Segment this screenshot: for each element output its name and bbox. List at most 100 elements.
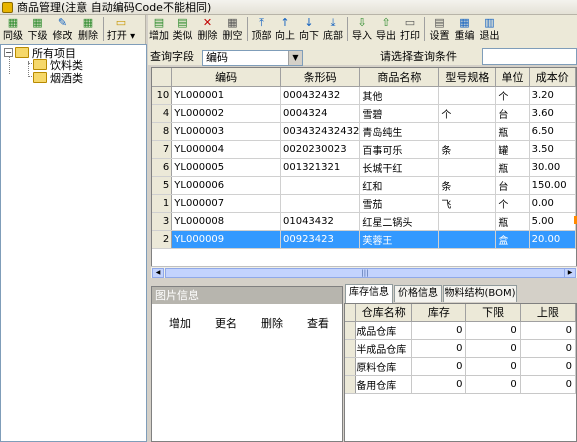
dropdown-arrow-icon[interactable]: ▼ — [288, 51, 302, 65]
row-number[interactable]: 8 — [152, 122, 173, 141]
column-header-max[interactable]: 上限 — [520, 304, 576, 322]
cell-cost[interactable]: 3.60 — [529, 104, 576, 123]
cell-spec[interactable]: 条 — [438, 176, 497, 195]
cell-max[interactable]: 0 — [520, 339, 576, 358]
row-number[interactable]: 7 — [152, 140, 173, 159]
horizontal-scrollbar[interactable]: ◀ ||| ▶ — [151, 266, 577, 278]
cell-code[interactable]: YL000005 — [171, 158, 281, 177]
same-level-button[interactable]: ▦ 同级 — [1, 15, 25, 44]
cell-code[interactable]: YL000009 — [171, 230, 281, 249]
cell-unit[interactable]: 个 — [495, 86, 530, 105]
category-tree[interactable]: − 所有项目 饮料类 烟酒类 — [0, 44, 147, 442]
tab-price[interactable]: 价格信息 — [394, 285, 442, 302]
table-row[interactable]: 1 YL000007 雪茄飞个 0.00 — [152, 194, 576, 213]
row-number[interactable]: 2 — [152, 230, 173, 249]
column-header-code[interactable]: 编码 — [171, 68, 281, 87]
cell-name[interactable]: 青岛纯生 — [359, 122, 440, 141]
cell-spec[interactable] — [438, 212, 497, 231]
cell-cost[interactable]: 6.50 — [529, 122, 576, 141]
tree-node-tobacco-liquor[interactable]: 烟酒类 — [33, 71, 83, 85]
column-header-warehouse[interactable]: 仓库名称 — [355, 304, 413, 322]
table-row[interactable]: 3 YL000008 01043432 红星二锅头 瓶 5.00 — [152, 212, 576, 231]
table-row[interactable]: 10 YL000001 000432432 其他 个 3.20 — [152, 86, 576, 105]
cell-min[interactable]: 0 — [465, 321, 521, 340]
cell-cost[interactable]: 3.50 — [529, 140, 576, 159]
tab-bom[interactable]: 物料结构(BOM) — [443, 285, 517, 302]
cell-name[interactable]: 红和 — [359, 176, 440, 195]
print-button[interactable]: ▭ 打印 — [398, 15, 422, 44]
column-header-unit[interactable]: 单位 — [495, 68, 530, 87]
scroll-right-icon[interactable]: ▶ — [564, 268, 576, 278]
image-rename-button[interactable]: 更名 — [215, 315, 237, 331]
cell-min[interactable]: 0 — [465, 357, 521, 376]
column-header-spec[interactable]: 型号规格 — [438, 68, 497, 87]
clear-button[interactable]: ▦ 删空 — [220, 15, 245, 44]
row-number[interactable]: 1 — [152, 194, 173, 213]
table-row[interactable]: 4 YL000002 0004324 雪碧个台 3.60 — [152, 104, 576, 123]
cell-stock[interactable]: 0 — [411, 339, 467, 358]
cell-name[interactable]: 红星二锅头 — [359, 212, 440, 231]
column-header-name[interactable]: 商品名称 — [359, 68, 440, 87]
cell-spec[interactable]: 个 — [438, 104, 497, 123]
cell-barcode[interactable] — [280, 176, 361, 195]
image-add-button[interactable]: 增加 — [169, 315, 191, 331]
cell-cost[interactable]: 30.00 — [529, 158, 576, 177]
cell-barcode[interactable]: 00923423 — [280, 230, 361, 249]
table-row[interactable]: 8 YL000003 003432432432 青岛纯生 瓶 6.50 — [152, 122, 576, 141]
cell-cost[interactable]: 20.00 — [529, 230, 576, 249]
row-number[interactable]: 10 — [152, 86, 173, 105]
cell-stock[interactable]: 0 — [411, 321, 467, 340]
cell-spec[interactable] — [438, 122, 497, 141]
cell-name[interactable]: 其他 — [359, 86, 440, 105]
cell-code[interactable]: YL000006 — [171, 176, 281, 195]
delete-tree-button[interactable]: ▦ 删除 — [75, 15, 101, 44]
exit-button[interactable]: ▥ 退出 — [477, 15, 502, 44]
cell-code[interactable]: YL000001 — [171, 86, 281, 105]
sub-level-button[interactable]: ▦ 下级 — [25, 15, 50, 44]
cell-unit[interactable]: 台 — [495, 104, 530, 123]
query-field-select[interactable]: 编码 ▼ — [202, 50, 303, 66]
cell-spec[interactable]: 飞 — [438, 194, 497, 213]
inventory-row[interactable]: 成品仓库 0 0 0 — [345, 321, 576, 340]
cell-warehouse[interactable]: 备用仓库 — [355, 375, 413, 394]
cell-name[interactable]: 雪茄 — [359, 194, 440, 213]
down-button[interactable]: ↓ 向下 — [297, 15, 321, 44]
cell-min[interactable]: 0 — [465, 339, 521, 358]
cell-stock[interactable]: 0 — [411, 357, 467, 376]
cell-warehouse[interactable]: 成品仓库 — [355, 321, 413, 340]
cell-unit[interactable]: 瓶 — [495, 212, 530, 231]
delete-row-button[interactable]: ✕ 删除 — [195, 15, 220, 44]
cell-name[interactable]: 雪碧 — [359, 104, 440, 123]
cell-stock[interactable]: 0 — [411, 375, 467, 394]
column-header-cost[interactable]: 成本价 — [529, 68, 576, 87]
table-row[interactable]: 6 YL000005 001321321 长城干红 瓶 30.00 — [152, 158, 576, 177]
scroll-left-icon[interactable]: ◀ — [152, 268, 164, 278]
cell-name[interactable]: 百事可乐 — [359, 140, 440, 159]
image-view-button[interactable]: 查看 — [307, 315, 329, 331]
cell-warehouse[interactable]: 原料仓库 — [355, 357, 413, 376]
product-grid[interactable]: 编码 条形码 商品名称 型号规格 单位 成本价 10 YL000001 000432… — [151, 67, 577, 278]
row-number[interactable]: 6 — [152, 158, 173, 177]
cell-min[interactable]: 0 — [465, 375, 521, 394]
top-button[interactable]: ⤒ 顶部 — [250, 15, 273, 44]
cell-unit[interactable]: 个 — [495, 194, 530, 213]
similar-button[interactable]: ▤ 类似 — [170, 15, 195, 44]
settings-button[interactable]: ▤ 设置 — [427, 15, 452, 44]
row-number[interactable]: 5 — [152, 176, 173, 195]
cell-barcode[interactable] — [280, 194, 361, 213]
cell-max[interactable]: 0 — [520, 321, 576, 340]
cell-cost[interactable]: 5.00 — [529, 212, 576, 231]
cell-barcode[interactable]: 001321321 — [280, 158, 361, 177]
cell-barcode[interactable]: 01043432 — [280, 212, 361, 231]
tab-inventory[interactable]: 库存信息 — [345, 284, 393, 303]
cell-code[interactable]: YL000008 — [171, 212, 281, 231]
cell-barcode[interactable]: 003432432432 — [280, 122, 361, 141]
cell-max[interactable]: 0 — [520, 357, 576, 376]
cell-barcode[interactable]: 0020230023 — [280, 140, 361, 159]
cell-unit[interactable]: 瓶 — [495, 122, 530, 141]
image-delete-button[interactable]: 删除 — [261, 315, 283, 331]
row-number[interactable]: 3 — [152, 212, 173, 231]
cell-name[interactable]: 长城干红 — [359, 158, 440, 177]
table-row[interactable]: 5 YL000006 红和条台 150.00 — [152, 176, 576, 195]
cell-barcode[interactable]: 0004324 — [280, 104, 361, 123]
